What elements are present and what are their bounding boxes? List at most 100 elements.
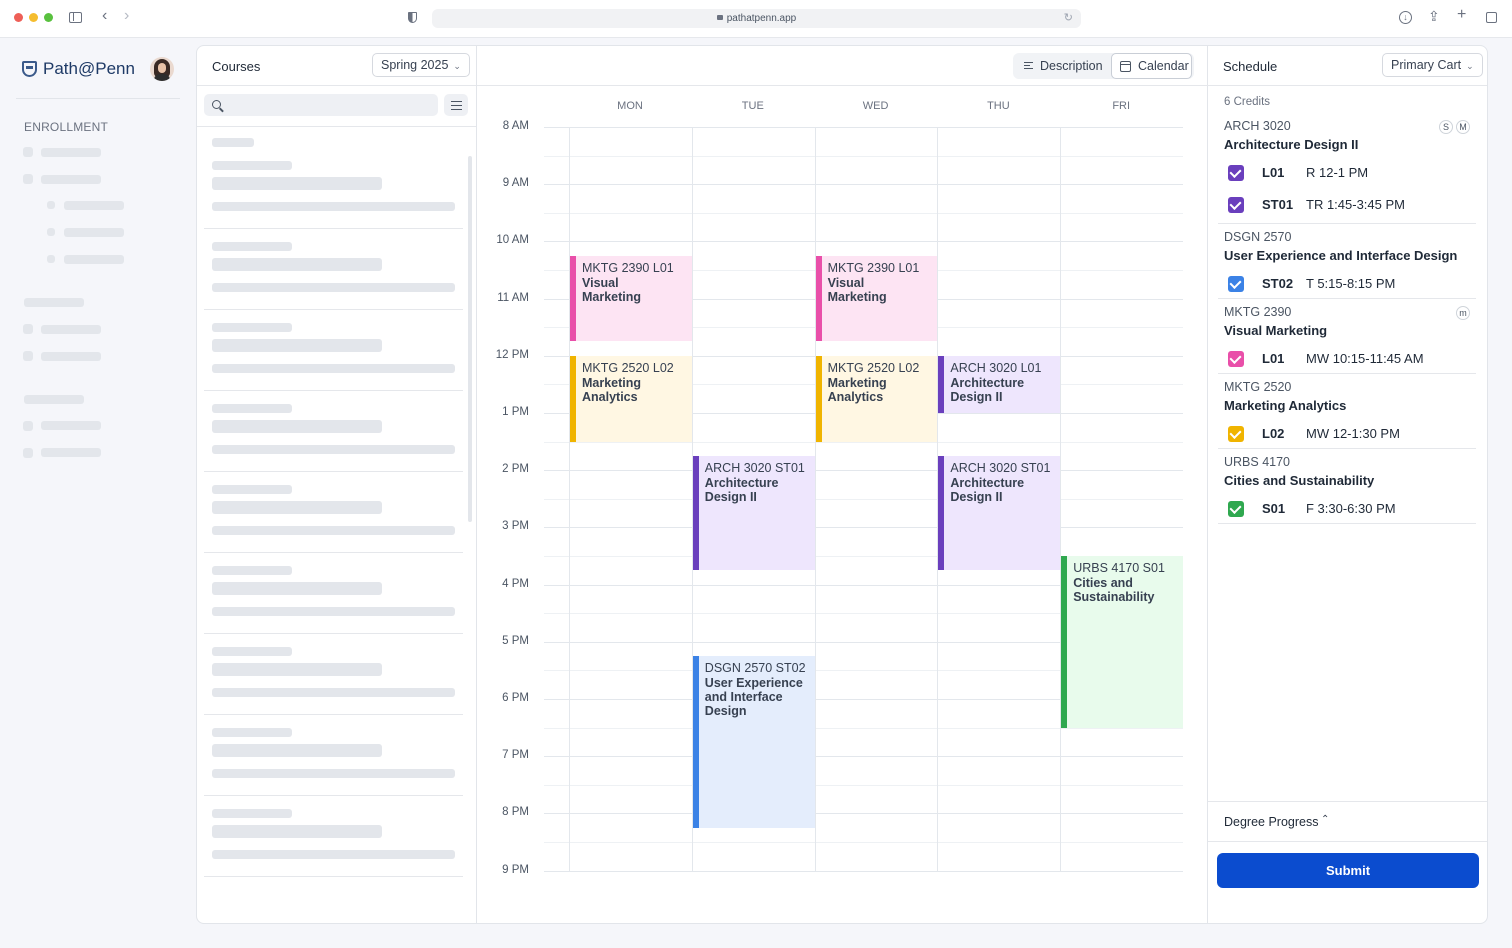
cart-select[interactable]: Primary Cart ⌄ <box>1382 53 1483 77</box>
time-label: 9 PM <box>502 863 529 876</box>
term-select[interactable]: Spring 2025 ⌄ <box>372 53 470 77</box>
calendar-event[interactable]: ARCH 3020 L01 Architecture Design II <box>938 355 1061 413</box>
nav-divider <box>16 98 180 99</box>
chevron-right-icon[interactable]: › <box>124 8 129 24</box>
event-code: DSGN 2570 ST02 <box>704 661 806 676</box>
nav-section-enrollment: ENROLLMENT <box>24 120 109 134</box>
section-time: MW 10:15-11:45 AM <box>1306 351 1424 366</box>
degree-progress-label: Degree Progress <box>1224 815 1319 829</box>
section-time: F 3:30-6:30 PM <box>1306 501 1396 516</box>
plus-icon[interactable]: + <box>1457 7 1466 23</box>
minimize-window-button[interactable] <box>29 13 38 22</box>
download-icon[interactable]: ↓ <box>1399 11 1412 24</box>
calendar-view-button[interactable]: Calendar <box>1111 53 1192 79</box>
day-column-line <box>1060 127 1062 871</box>
calendar-event[interactable]: ARCH 3020 ST01 Architecture Design II <box>938 455 1061 571</box>
calendar-event[interactable]: URBS 4170 S01 Cities and Sustainability <box>1061 556 1183 728</box>
calendar-event[interactable]: DSGN 2570 ST02 User Experience and Interf… <box>692 656 815 828</box>
submit-button[interactable]: Submit <box>1217 853 1479 888</box>
time-label: 7 PM <box>502 749 529 762</box>
section-checkbox[interactable] <box>1228 426 1244 442</box>
section-time: TR 1:45-3:45 PM <box>1306 197 1405 212</box>
section-checkbox[interactable] <box>1228 165 1244 181</box>
search-input[interactable] <box>204 94 438 116</box>
browser-toolbar: ‹ › pathatpenn.app ↻ ↓ ⇪ + <box>0 0 1512 38</box>
calendar-event[interactable]: MKTG 2520 L02 Marketing Analytics <box>570 355 692 442</box>
section-checkbox[interactable] <box>1228 501 1244 517</box>
time-label: 2 PM <box>502 463 529 476</box>
chevron-up-icon: ⌃ <box>1321 814 1330 825</box>
close-window-button[interactable] <box>14 13 23 22</box>
event-title: User Experience and Interface Design <box>704 676 803 719</box>
courses-title: Courses <box>212 59 261 74</box>
event-code: MKTG 2390 L01 <box>582 260 674 275</box>
calendar-icon <box>1120 61 1131 72</box>
event-title: Architecture Design II <box>950 475 1025 504</box>
shield-half-icon[interactable] <box>408 12 417 23</box>
course-list-placeholder-heading <box>212 138 254 147</box>
event-title: Cities and Sustainability <box>1073 576 1155 604</box>
maximize-window-button[interactable] <box>44 13 53 22</box>
section-checkbox[interactable] <box>1228 276 1244 292</box>
section-row[interactable]: ST02 T 5:15-8:15 PM <box>1228 275 1468 295</box>
scrollbar[interactable] <box>468 156 472 522</box>
course-name: User Experience and Interface Design <box>1224 248 1458 263</box>
section-time: MW 12-1:30 PM <box>1306 426 1400 441</box>
divider <box>1208 85 1487 86</box>
section-row[interactable]: L01 R 12-1 PM <box>1228 164 1468 184</box>
description-view-label: Description <box>1040 59 1103 73</box>
description-view-button[interactable]: Description <box>1014 53 1108 79</box>
section-checkbox[interactable] <box>1228 197 1244 213</box>
avatar[interactable] <box>150 57 174 81</box>
share-icon[interactable]: ⇪ <box>1428 9 1440 23</box>
filter-button[interactable] <box>444 94 468 116</box>
divider <box>477 85 1208 86</box>
tabs-icon[interactable] <box>1486 12 1497 23</box>
address-bar[interactable]: pathatpenn.app ↻ <box>432 9 1081 28</box>
event-title: Architecture Design II <box>704 475 779 504</box>
event-title: Visual Marketing <box>582 275 642 304</box>
day-column-line <box>569 127 570 871</box>
section-row[interactable]: S01 F 3:30-6:30 PM <box>1228 500 1468 520</box>
lock-icon <box>716 15 723 20</box>
chevron-left-icon[interactable]: ‹ <box>102 8 107 24</box>
course-name: Architecture Design II <box>1224 137 1359 152</box>
calendar-event[interactable]: MKTG 2390 L01 Visual Marketing <box>570 255 692 342</box>
time-label: 8 AM <box>502 120 529 132</box>
calendar-event[interactable]: MKTG 2520 L02 Marketing Analytics <box>815 355 938 442</box>
half-hour-line <box>544 498 1183 500</box>
half-hour-line <box>544 212 1183 214</box>
section-checkbox[interactable] <box>1228 351 1244 367</box>
section-id: ST02 <box>1262 276 1294 291</box>
course-code: ARCH 3020 <box>1224 119 1291 133</box>
section-id: ST01 <box>1262 197 1294 212</box>
attribute-badge: M <box>1456 120 1470 134</box>
cart-select-value: Primary Cart <box>1391 58 1462 72</box>
day-column-line <box>814 127 816 871</box>
event-code: ARCH 3020 ST01 <box>704 460 805 475</box>
section-row[interactable]: L02 MW 12-1:30 PM <box>1228 425 1468 445</box>
time-label: 1 PM <box>502 406 529 418</box>
event-code: URBS 4170 S01 <box>1073 561 1165 575</box>
section-time: T 5:15-8:15 PM <box>1306 276 1396 291</box>
reload-icon[interactable]: ↻ <box>1064 9 1073 28</box>
half-hour-line <box>544 842 1183 843</box>
event-code: MKTG 2390 L01 <box>827 260 920 275</box>
half-hour-line <box>544 155 1183 157</box>
calendar-event[interactable]: ARCH 3020 ST01 Architecture Design II <box>692 455 815 571</box>
schedule-course-group: ARCH 3020 Architecture Design II S M L01 R 12… <box>1218 113 1476 224</box>
half-hour-line <box>544 727 1183 729</box>
section-id: L01 <box>1262 351 1285 366</box>
course-code: DSGN 2570 <box>1224 230 1292 244</box>
time-label: 11 AM <box>497 291 529 304</box>
section-row[interactable]: L01 MW 10:15-11:45 AM <box>1228 350 1468 370</box>
calendar-event[interactable]: MKTG 2390 L01 Visual Marketing <box>815 255 938 342</box>
left-navigation: Path@Penn ENROLLMENT <box>0 38 196 948</box>
penn-shield-icon <box>22 61 37 77</box>
section-row[interactable]: ST01 TR 1:45-3:45 PM <box>1228 196 1468 216</box>
degree-progress-toggle[interactable]: Degree Progress ⌃ <box>1208 801 1487 842</box>
sidebar-icon[interactable] <box>69 12 82 23</box>
courses-panel: Courses Spring 2025 ⌄ <box>197 46 477 923</box>
chevron-down-icon: ⌄ <box>453 61 461 71</box>
brand-logo[interactable]: Path@Penn <box>22 58 135 80</box>
